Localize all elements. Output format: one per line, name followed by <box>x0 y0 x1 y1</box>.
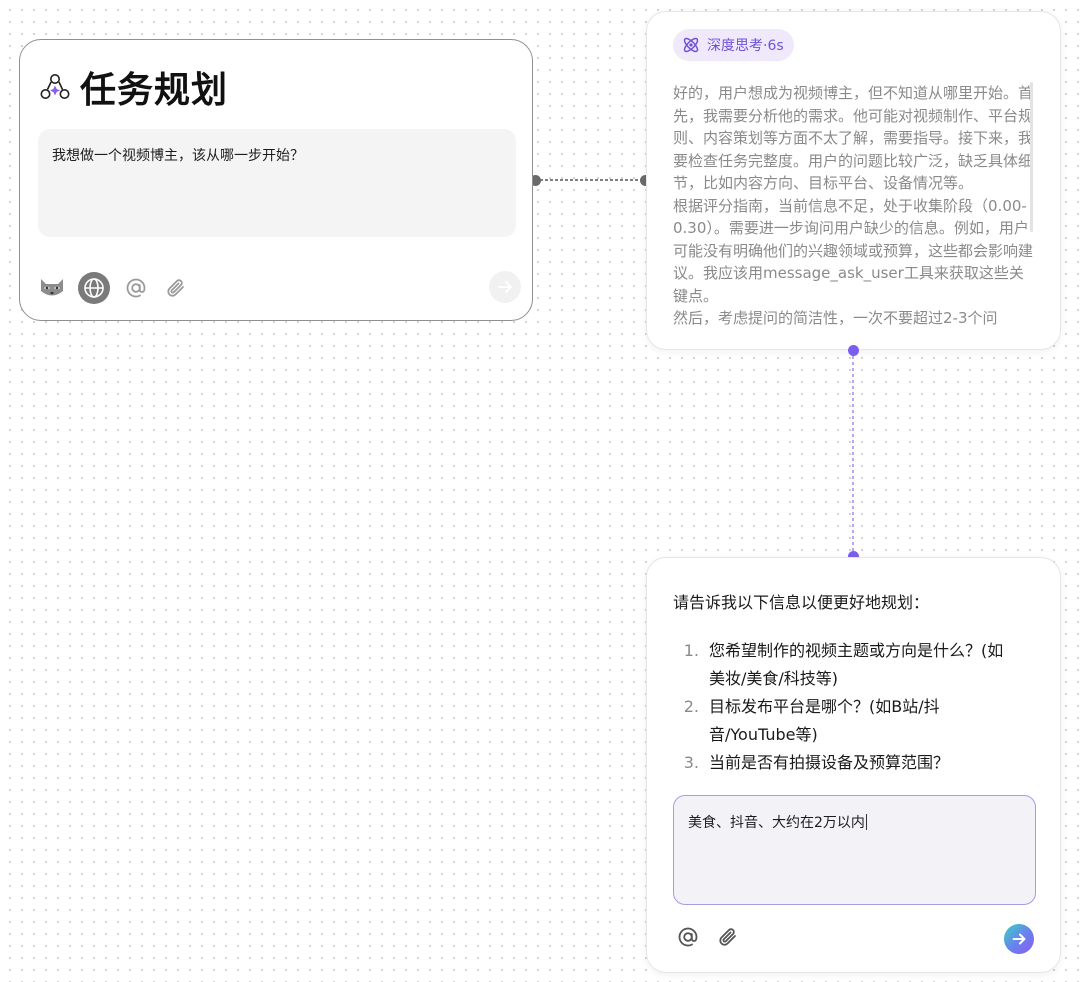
list-item-line: 您希望制作的视频主题或方向是什么？(如 <box>709 641 1004 660</box>
connector-dot-think-bottom[interactable] <box>848 345 859 356</box>
task-toolbar <box>38 271 190 305</box>
deep-thinking-label: 深度思考·6s <box>707 38 784 54</box>
list-item-text: 当前是否有拍摄设备及预算范围？ <box>709 749 1043 777</box>
list-item-number: 2. <box>683 697 699 716</box>
list-item-text: 您希望制作的视频主题或方向是什么？(如 美妆/美食/科技等) <box>709 637 1043 693</box>
at-icon[interactable] <box>122 274 150 302</box>
deep-thinking-card: 深度思考·6s 好的，用户想成为视频博主，但不知道从哪里开始。首先，我需要分析他… <box>646 11 1061 350</box>
list-item-line: 目标发布平台是哪个？(如B站/抖 <box>709 697 940 716</box>
task-planning-card: 任务规划 我想做一个视频博主，该从哪一步开始？ <box>19 39 533 321</box>
answer-toolbar <box>675 924 755 950</box>
list-item-number: 1. <box>683 641 699 660</box>
arrow-right-icon <box>1012 933 1026 945</box>
atom-icon <box>683 37 699 53</box>
list-item-text: 目标发布平台是哪个？(如B站/抖 音/YouTube等) <box>709 693 1043 749</box>
thinking-paragraph: 然后，考虑提问的简洁性，一次不要超过2-3个问 <box>673 309 998 327</box>
task-card-header: 任务规划 <box>38 62 228 112</box>
list-item: 2. 目标发布平台是哪个？(如B站/抖 音/YouTube等) <box>673 693 1043 749</box>
task-send-button[interactable] <box>489 271 521 303</box>
list-item-number: 3. <box>683 753 699 772</box>
arrow-right-icon <box>498 281 512 293</box>
question-list: 1. 您希望制作的视频主题或方向是什么？(如 美妆/美食/科技等) 2. 目标发… <box>673 637 1043 777</box>
thinking-scrollbar[interactable] <box>1030 82 1033 232</box>
paperclip-icon[interactable] <box>715 924 741 950</box>
deep-thinking-badge[interactable]: 深度思考·6s <box>673 29 794 61</box>
raccoon-icon[interactable] <box>38 274 66 302</box>
question-intro: 请告诉我以下信息以便更好地规划： <box>673 593 930 612</box>
list-item-line: 当前是否有拍摄设备及预算范围？ <box>709 753 950 772</box>
task-prompt-input[interactable]: 我想做一个视频博主，该从哪一步开始？ <box>38 129 516 237</box>
question-card: 请告诉我以下信息以便更好地规划： 1. 您希望制作的视频主题或方向是什么？(如 … <box>646 557 1061 973</box>
answer-input-value: 美食、抖音、大约在2万以内 <box>688 815 865 831</box>
globe-icon[interactable] <box>78 272 110 304</box>
list-item-line: 音/YouTube等) <box>709 725 818 744</box>
list-item-line: 美妆/美食/科技等) <box>709 669 839 688</box>
thinking-paragraph: 根据评分指南，当前信息不足，处于收集阶段（0.00-0.30）。需要进一步询问用… <box>673 196 1034 305</box>
answer-send-button[interactable] <box>1004 924 1034 954</box>
task-planning-logo-icon <box>38 70 72 104</box>
list-item: 3. 当前是否有拍摄设备及预算范围？ <box>673 749 1043 777</box>
answer-input[interactable]: 美食、抖音、大约在2万以内 <box>673 795 1036 905</box>
at-icon[interactable] <box>675 924 701 950</box>
paperclip-icon[interactable] <box>162 274 190 302</box>
list-item: 1. 您希望制作的视频主题或方向是什么？(如 美妆/美食/科技等) <box>673 637 1043 693</box>
thinking-content: 好的，用户想成为视频博主，但不知道从哪里开始。首先，我需要分析他的需求。他可能对… <box>673 82 1037 332</box>
thinking-paragraph: 好的，用户想成为视频博主，但不知道从哪里开始。首先，我需要分析他的需求。他可能对… <box>673 84 1034 192</box>
page-title: 任务规划 <box>80 70 229 111</box>
text-caret <box>865 814 867 830</box>
